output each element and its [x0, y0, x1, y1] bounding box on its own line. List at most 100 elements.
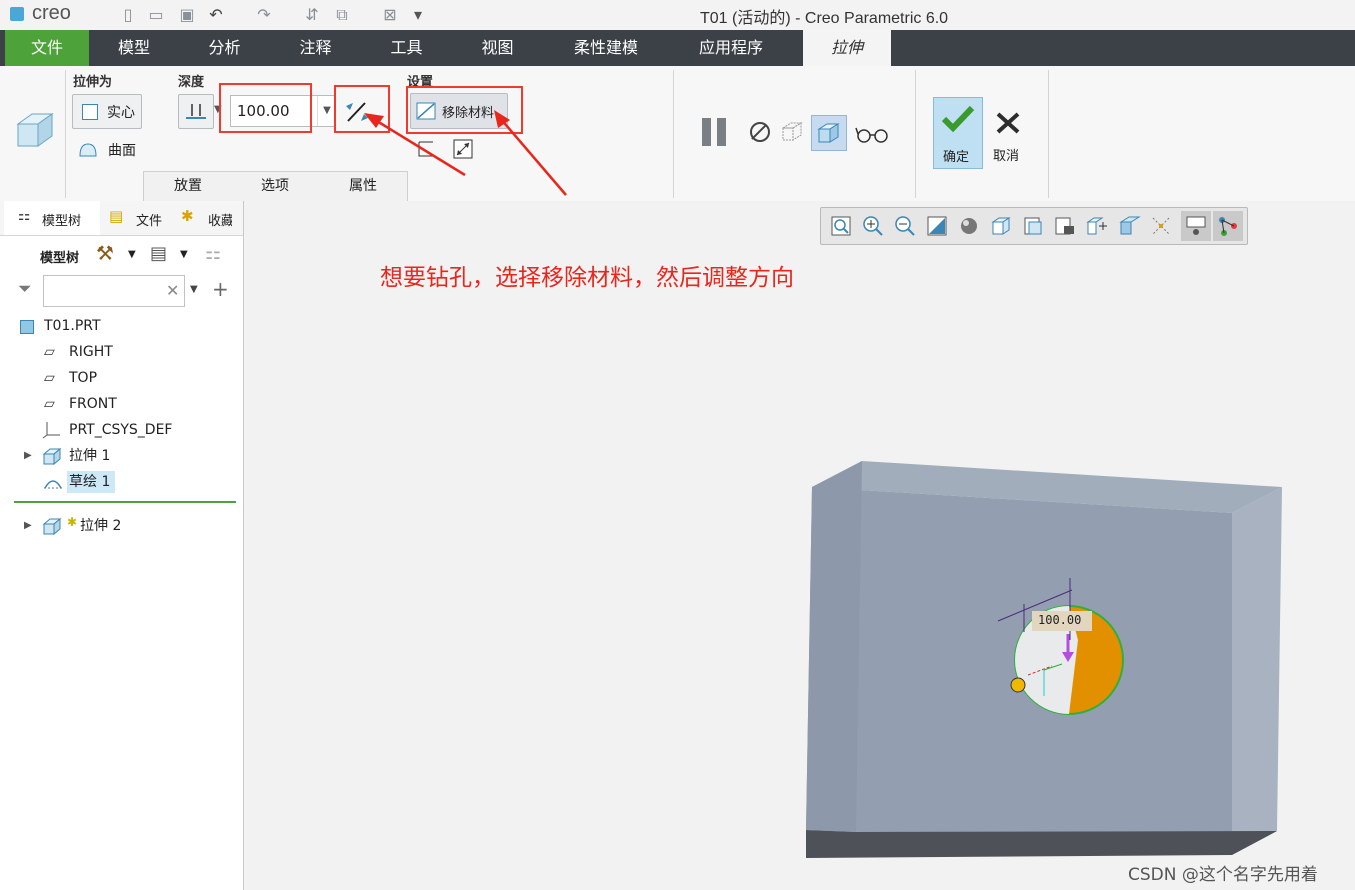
surface-icon [79, 143, 97, 157]
tab-extrude[interactable]: 拉伸 [803, 30, 891, 66]
zoom-out-icon[interactable] [893, 214, 917, 238]
close-icon [996, 112, 1020, 134]
extrude-feature-icon [16, 113, 54, 147]
divider [673, 70, 674, 198]
verify-preview-icon [817, 123, 840, 143]
clear-icon[interactable]: ✕ [166, 281, 179, 300]
search-dropdown-icon[interactable]: ▼ [190, 284, 198, 295]
show-columns-icon[interactable]: ▤ [150, 243, 167, 264]
panel-tabs: ⚏ 模型树 ▤ 文件 ✱ 收藏 [0, 201, 243, 236]
favorites-icon: ✱ [181, 207, 194, 225]
tree-item-right[interactable]: ▱ RIGHT [0, 340, 243, 364]
tab-applications[interactable]: 应用程序 [669, 30, 793, 66]
divider [65, 70, 66, 198]
no-preview-icon[interactable] [750, 122, 770, 142]
tree-item-front[interactable]: ▱ FRONT [0, 392, 243, 416]
tab-file[interactable]: 文件 [5, 30, 89, 66]
tab-properties[interactable]: 属性 [319, 171, 408, 201]
show-dropdown-icon[interactable]: ▼ [180, 249, 188, 260]
flip-highlight-box [334, 85, 390, 133]
tree-item-csys[interactable]: PRT_CSYS_DEF [0, 418, 243, 442]
sketch-icon [44, 480, 62, 489]
tab-analysis[interactable]: 分析 [179, 30, 270, 66]
tree-item-extrude-2[interactable]: ▶ ✱ 拉伸 2 [0, 514, 243, 538]
save-icon[interactable]: ▣ [177, 5, 197, 25]
tree-filter-options-icon[interactable]: ⚏ [205, 243, 221, 264]
ok-button[interactable]: 确定 [933, 97, 983, 169]
new-file-icon[interactable]: ▯ [118, 5, 138, 25]
expand-icon[interactable]: ▶ [24, 514, 32, 538]
window-title: T01 (活动的) - Creo Parametric 6.0 [700, 10, 949, 27]
annotation-text: 想要钻孔，选择移除材料，然后调整方向 [380, 265, 794, 291]
tree-item-top[interactable]: ▱ TOP [0, 366, 243, 390]
insert-indicator [14, 501, 236, 503]
thicken-sketch-icon[interactable] [416, 139, 436, 159]
section-icon[interactable] [1117, 214, 1141, 238]
close-window-icon[interactable]: ⊠ [380, 5, 400, 25]
tab-annotate[interactable]: 注释 [270, 30, 361, 66]
datum-plane-icon: ▱ [44, 344, 55, 360]
tree-item-label: T01.PRT [44, 318, 101, 334]
csys-display-button[interactable] [1213, 211, 1243, 241]
view-manager-icon[interactable] [1021, 214, 1045, 238]
tab-flexible-modeling[interactable]: 柔性建模 [543, 30, 669, 66]
annotation-display-icon [1186, 216, 1206, 235]
tab-file-browser[interactable]: ▤ 文件 [104, 201, 162, 235]
tree-item-label: TOP [69, 370, 98, 386]
undo-icon[interactable]: ↶ [206, 5, 226, 25]
dimension-value[interactable]: 100.00 [1038, 613, 1081, 627]
creo-logo-text: creo [32, 2, 71, 24]
zoom-in-icon[interactable] [861, 214, 885, 238]
solid-button[interactable]: 实心 [72, 94, 142, 129]
tab-options[interactable]: 选项 [231, 171, 320, 201]
annotation-display-button[interactable] [1181, 211, 1211, 241]
tab-model-tree[interactable]: ⚏ 模型树 [4, 201, 100, 235]
model-tree-panel: ⚏ 模型树 ▤ 文件 ✱ 收藏 模型树 ⚒ ▼ ▤ ▼ ⚏ ⏷ ✕ ▼ + T0… [0, 201, 244, 890]
blind-depth-icon [186, 104, 206, 119]
spin-center-icon[interactable] [1085, 214, 1109, 238]
separate-preview-icon[interactable] [779, 120, 805, 144]
remove-material-highlight-box [406, 86, 523, 134]
tree-item-extrude-1[interactable]: ▶ 拉伸 1 [0, 444, 243, 468]
open-file-icon[interactable]: ▭ [146, 5, 166, 25]
repaint-icon[interactable] [925, 214, 949, 238]
tree-item-part[interactable]: T01.PRT [0, 314, 243, 338]
tab-tools[interactable]: 工具 [361, 30, 452, 66]
redo-icon[interactable]: ↷ [254, 5, 274, 25]
datum-display-icon[interactable] [1149, 214, 1173, 238]
tab-favorites[interactable]: ✱ 收藏 [176, 201, 232, 235]
expand-icon[interactable]: ▶ [24, 444, 32, 468]
add-icon[interactable]: + [212, 277, 229, 301]
saved-orientations-icon[interactable] [989, 214, 1013, 238]
tab-model[interactable]: 模型 [89, 30, 179, 66]
flip-material-side-icon[interactable] [452, 138, 474, 160]
cancel-button[interactable]: 取消 [987, 97, 1029, 167]
creo-logo-icon [10, 7, 24, 21]
depth-type-button[interactable] [178, 94, 214, 129]
part-icon [20, 320, 34, 334]
solid-label: 实心 [107, 105, 135, 121]
tab-placement[interactable]: 放置 [143, 171, 233, 201]
verify-preview-button[interactable] [811, 115, 847, 151]
customize-toolbar-icon[interactable]: ▾ [408, 5, 428, 25]
tree-settings-icon[interactable]: ⚒ [96, 241, 114, 265]
tree-structure-icon: ⚏ [18, 208, 31, 224]
regenerate-icon[interactable]: ⇵ [302, 5, 322, 25]
glasses-preview-icon[interactable] [855, 124, 891, 144]
surface-button[interactable]: 曲面 [78, 138, 148, 162]
windows-icon[interactable]: ⧉ [332, 5, 352, 25]
surface-label: 曲面 [108, 143, 136, 159]
search-input[interactable]: ✕ [43, 275, 185, 307]
display-style-icon[interactable] [957, 214, 981, 238]
refit-icon[interactable] [829, 214, 853, 238]
tab-view[interactable]: 视图 [452, 30, 543, 66]
tree-item-label: 拉伸 2 [80, 518, 122, 534]
folder-icon: ▤ [109, 207, 124, 225]
title-bar: creo ▯ ▭ ▣ ↶ ↷ ⇵ ⧉ ⊠ ▾ T01 (活动的) - Creo … [0, 0, 1355, 31]
perspective-view-icon[interactable] [1053, 214, 1077, 238]
graphics-viewport[interactable] [244, 201, 1355, 890]
tree-item-sketch-1[interactable]: 草绘 1 [0, 470, 243, 494]
tab-favorites-label: 收藏 [208, 214, 232, 229]
pause-icon[interactable] [700, 118, 730, 146]
tree-settings-dropdown-icon[interactable]: ▼ [128, 249, 136, 260]
